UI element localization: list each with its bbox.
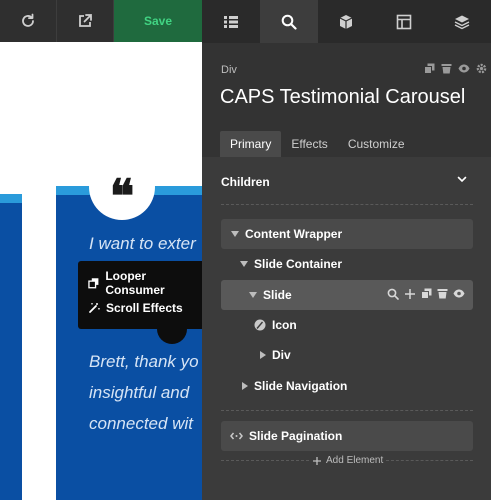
trash-icon[interactable]	[441, 63, 452, 74]
inspector-subtabs: Primary Effects Customize	[220, 131, 415, 157]
refresh-button[interactable]	[0, 0, 57, 42]
context-menu: Looper Consumer Scroll Effects	[78, 261, 202, 329]
tree-item-slide[interactable]: Slide	[221, 280, 473, 310]
search-icon[interactable]	[387, 288, 399, 300]
tree-item-slide-pagination[interactable]: Slide Pagination	[221, 421, 473, 451]
eye-icon[interactable]	[458, 63, 470, 74]
tree-item-label: Div	[272, 348, 291, 362]
subtab-primary[interactable]: Primary	[220, 131, 282, 157]
copy-icon[interactable]	[421, 288, 432, 299]
tree-item-label: Slide Pagination	[249, 429, 343, 443]
expand-arrow-icon[interactable]	[231, 231, 239, 237]
list-icon	[223, 15, 238, 28]
save-button[interactable]: Save	[114, 0, 202, 42]
testimonial-card-previous[interactable]	[0, 194, 22, 500]
tab-layers[interactable]	[433, 0, 491, 43]
divider	[221, 460, 309, 461]
tree-item-slide-container[interactable]: Slide Container	[221, 249, 473, 279]
divider	[221, 204, 473, 205]
testimonial-text-line: connected wit	[89, 414, 193, 433]
top-toolbar: Save	[0, 0, 202, 42]
tree-item-slide-navigation[interactable]: Slide Navigation	[221, 371, 473, 401]
tree-item-label: Slide Navigation	[254, 379, 348, 393]
cube-icon	[340, 14, 353, 29]
code-icon	[230, 432, 243, 440]
canvas-preview[interactable]: ❝ I want to exter Brett, thank yo insigh…	[0, 42, 202, 500]
inspector-panel: Div CAPS Testimonial Carousel Primary Ef…	[202, 0, 491, 500]
tree-item-label: Icon	[272, 318, 297, 332]
expand-arrow-icon[interactable]	[240, 261, 248, 267]
copy-icon[interactable]	[424, 63, 435, 74]
trash-icon[interactable]	[437, 288, 448, 299]
plus-icon[interactable]	[404, 288, 416, 300]
tree-item-icon[interactable]: Icon	[221, 310, 473, 340]
tree-item-label: Slide Container	[254, 257, 343, 271]
testimonial-text-line: I want to exter	[89, 234, 196, 253]
element-title: CAPS Testimonial Carousel	[220, 86, 466, 108]
tree-item-label: Content Wrapper	[245, 227, 343, 241]
plus-icon	[313, 456, 321, 465]
leaf-icon	[254, 319, 266, 331]
testimonial-text-line: Brett, thank yo	[89, 352, 199, 371]
magic-wand-icon	[89, 302, 100, 313]
testimonial-text-line: insightful and	[89, 383, 190, 402]
menu-item-scroll-effects[interactable]: Scroll Effects	[88, 295, 202, 320]
divider	[221, 410, 473, 411]
tree-item-div[interactable]: Div	[221, 340, 473, 370]
tab-layout[interactable]	[375, 0, 433, 43]
panel-tabs	[202, 0, 491, 43]
children-header[interactable]: Children	[221, 175, 270, 189]
add-element-button[interactable]: Add Element	[312, 455, 383, 466]
layers-icon	[454, 15, 470, 29]
refresh-icon	[22, 13, 34, 27]
tab-elements[interactable]	[318, 0, 376, 43]
add-element-label: Add Element	[326, 455, 384, 466]
subtab-effects[interactable]: Effects	[281, 131, 337, 157]
element-type-label: Div	[221, 64, 237, 76]
copy-icon	[88, 277, 99, 288]
tree-item-content-wrapper[interactable]: Content Wrapper	[221, 219, 473, 249]
external-link-icon	[79, 14, 92, 27]
search-icon	[281, 14, 297, 30]
quote-icon: ❝	[89, 154, 155, 220]
collapse-arrow-icon[interactable]	[242, 382, 248, 390]
row-actions	[387, 288, 465, 300]
menu-item-looper-consumer[interactable]: Looper Consumer	[88, 268, 202, 297]
gear-icon[interactable]	[476, 63, 487, 74]
divider	[386, 460, 473, 461]
tree-item-label: Slide	[263, 288, 292, 302]
chevron-down-icon[interactable]	[456, 173, 468, 185]
subtab-customize[interactable]: Customize	[338, 131, 415, 157]
tab-search[interactable]	[259, 0, 318, 43]
open-preview-button[interactable]	[57, 0, 114, 42]
tab-outline[interactable]	[202, 0, 260, 43]
collapse-arrow-icon[interactable]	[260, 351, 266, 359]
expand-arrow-icon[interactable]	[249, 292, 257, 298]
element-actions	[424, 63, 487, 74]
layout-icon	[396, 14, 412, 29]
menu-item-label: Scroll Effects	[106, 300, 183, 315]
eye-icon[interactable]	[453, 288, 465, 299]
menu-item-label: Looper Consumer	[105, 268, 165, 297]
